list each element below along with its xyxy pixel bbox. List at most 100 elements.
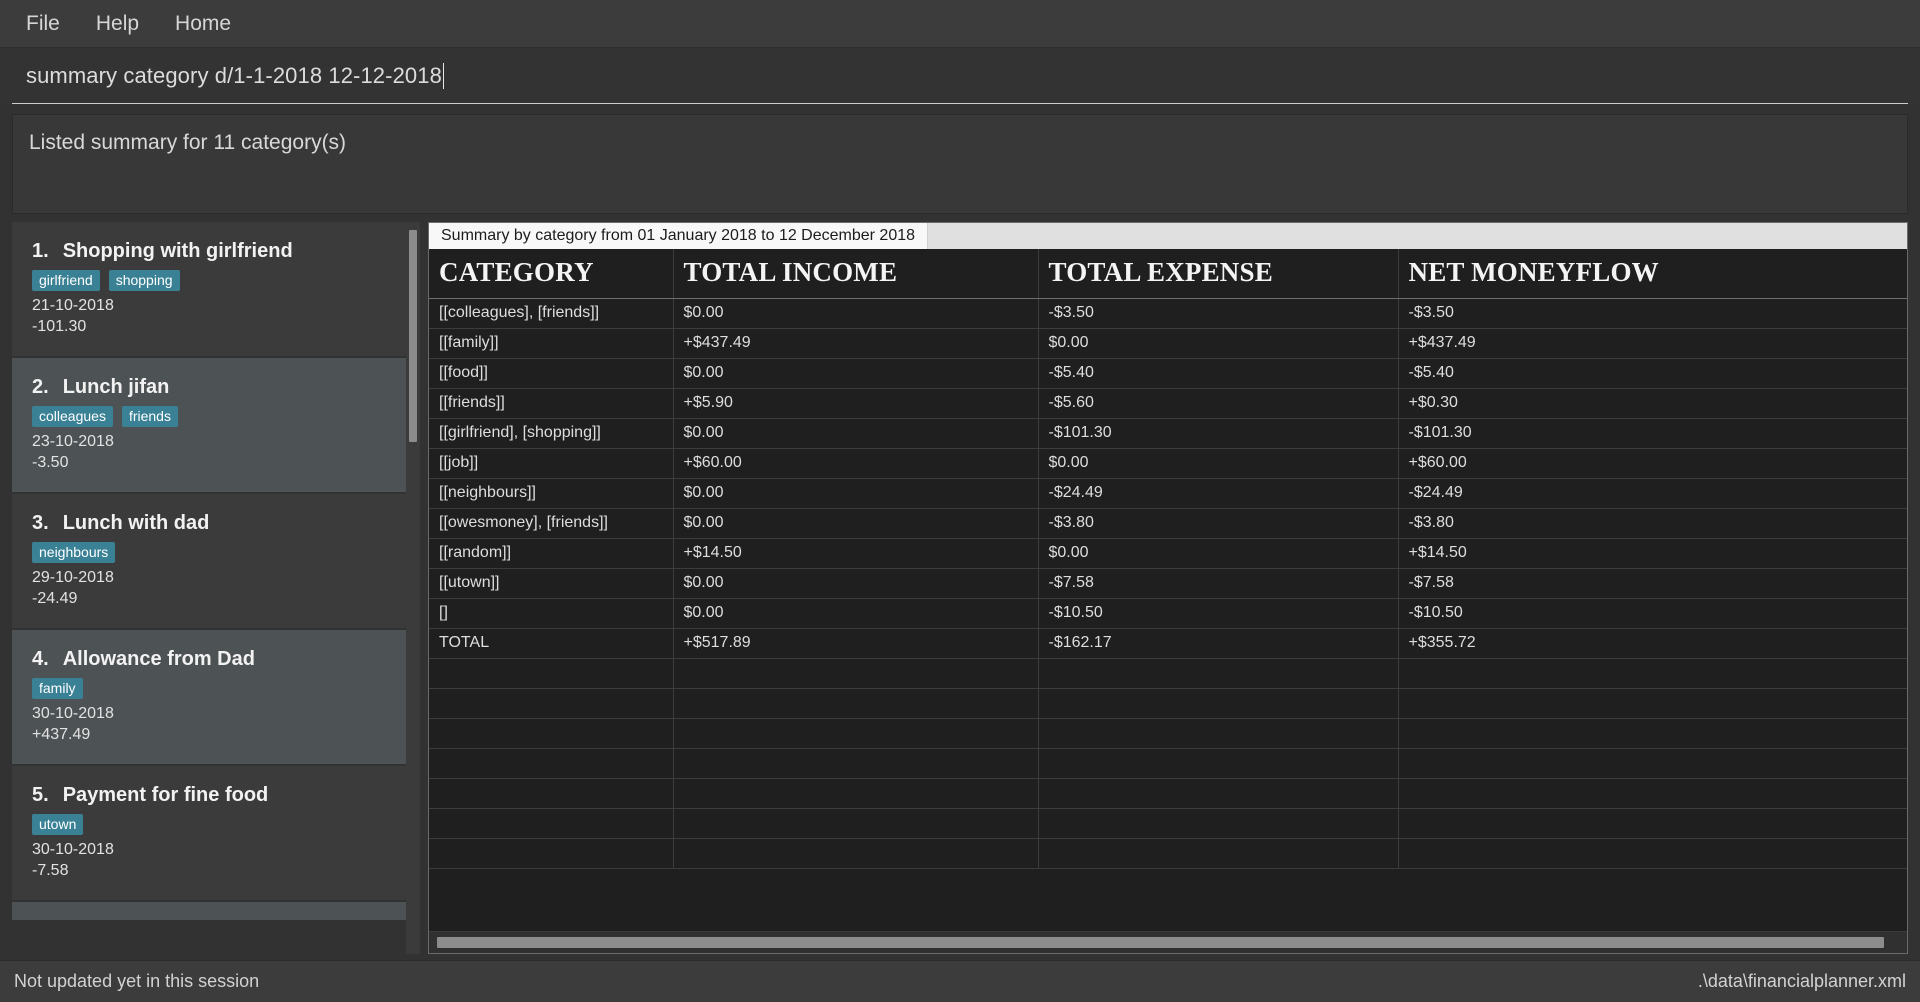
tag-chip: utown bbox=[32, 814, 84, 836]
list-item-date: 30-10-2018 bbox=[32, 841, 114, 859]
command-input-container: summary category d/1-1-2018 12-12-2018 bbox=[0, 48, 1920, 104]
list-item[interactable]: 1. Shopping with girlfriend girlfriend s… bbox=[12, 222, 406, 357]
summary-table-scroll[interactable]: CATEGORY TOTAL INCOME TOTAL EXPENSE NET … bbox=[429, 249, 1907, 931]
result-display-container: Listed summary for 11 category(s) bbox=[0, 104, 1920, 222]
command-input-value: summary category d/1-1-2018 12-12-2018 bbox=[26, 62, 442, 88]
table-row[interactable]: [[food]] $0.00 -$5.40 -$5.40 bbox=[429, 358, 1907, 389]
command-input[interactable]: summary category d/1-1-2018 12-12-2018 bbox=[12, 48, 1908, 104]
table-row-empty bbox=[429, 838, 1907, 869]
table-cell: -$7.58 bbox=[1398, 568, 1907, 599]
table-cell: [[neighbours]] bbox=[429, 478, 674, 509]
list-item-index: 1. bbox=[32, 240, 49, 262]
table-row[interactable]: [[owesmoney], [friends]] $0.00 -$3.80 -$3.8… bbox=[429, 508, 1907, 539]
list-item-title: Payment for fine food bbox=[62, 784, 269, 807]
table-cell: -$101.30 bbox=[1398, 418, 1907, 449]
tag-chip: colleagues bbox=[32, 406, 113, 428]
summary-table-header-row: CATEGORY TOTAL INCOME TOTAL EXPENSE NET … bbox=[429, 249, 1907, 299]
list-item-tags: girlfriend shopping bbox=[32, 270, 406, 292]
table-cell: $0.00 bbox=[1038, 538, 1399, 569]
record-list[interactable]: 1. Shopping with girlfriend girlfriend s… bbox=[12, 222, 406, 954]
column-header-total-expense[interactable]: TOTAL EXPENSE bbox=[1038, 249, 1399, 299]
table-cell: -$10.50 bbox=[1038, 598, 1399, 629]
menu-item-home[interactable]: Home bbox=[157, 6, 249, 42]
record-list-scrollbar[interactable] bbox=[406, 222, 420, 954]
list-item[interactable]: 5. Payment for fine food utown 30-10-201… bbox=[12, 766, 406, 901]
list-item-index: 2. bbox=[32, 376, 49, 399]
table-row[interactable]: [] $0.00 -$10.50 -$10.50 bbox=[429, 598, 1907, 629]
column-header-total-income[interactable]: TOTAL INCOME bbox=[673, 249, 1039, 299]
scrollbar-thumb[interactable] bbox=[409, 230, 417, 442]
status-bar: Not updated yet in this session .\data\f… bbox=[0, 960, 1920, 1002]
tab-strip: Summary by category from 01 January 2018… bbox=[429, 223, 1907, 249]
table-row-empty bbox=[429, 778, 1907, 809]
table-row[interactable]: [[neighbours]] $0.00 -$24.49 -$24.49 bbox=[429, 478, 1907, 509]
tab-summary-by-category[interactable]: Summary by category from 01 January 2018… bbox=[429, 223, 929, 249]
table-row[interactable]: [[utown]] $0.00 -$7.58 -$7.58 bbox=[429, 568, 1907, 599]
list-item-header: 5. Payment for fine food bbox=[32, 784, 406, 807]
table-row[interactable]: [[job]] +$60.00 $0.00 +$60.00 bbox=[429, 448, 1907, 479]
column-header-net-moneyflow[interactable]: NET MONEYFLOW bbox=[1398, 249, 1907, 299]
list-item-header: 1. Shopping with girlfriend bbox=[32, 240, 406, 263]
tag-chip: girlfriend bbox=[32, 270, 100, 292]
table-cell: [[random]] bbox=[429, 538, 674, 569]
column-header-category[interactable]: CATEGORY bbox=[429, 249, 674, 299]
list-item-amount: -7.58 bbox=[32, 862, 69, 880]
list-item-header: 2. Lunch jifan bbox=[32, 376, 406, 399]
table-cell: +$437.49 bbox=[1398, 328, 1907, 359]
table-cell: $0.00 bbox=[673, 298, 1039, 329]
table-cell: $0.00 bbox=[673, 508, 1039, 539]
table-cell-empty bbox=[673, 718, 1039, 749]
list-item[interactable]: 4. Allowance from Dad family 30-10-2018 … bbox=[12, 630, 406, 765]
table-cell: [[food]] bbox=[429, 358, 674, 389]
list-item-index: 3. bbox=[32, 512, 49, 535]
menu-item-help[interactable]: Help bbox=[78, 6, 157, 42]
list-item-index: 5. bbox=[32, 784, 49, 807]
table-row-empty bbox=[429, 718, 1907, 749]
table-cell: $0.00 bbox=[673, 418, 1039, 449]
table-cell-empty bbox=[1398, 688, 1907, 719]
table-cell: +$355.72 bbox=[1398, 628, 1907, 659]
table-cell: -$3.80 bbox=[1038, 508, 1399, 539]
table-row[interactable]: [[family]] +$437.49 $0.00 +$437.49 bbox=[429, 328, 1907, 359]
table-cell: +$437.49 bbox=[673, 328, 1039, 359]
table-cell: [[job]] bbox=[429, 448, 674, 479]
menu-item-file[interactable]: File bbox=[8, 6, 78, 42]
table-cell-empty bbox=[1038, 748, 1399, 779]
list-item-title: Lunch with dad bbox=[62, 512, 210, 535]
table-cell-empty bbox=[429, 778, 674, 809]
table-row[interactable]: [[random]] +$14.50 $0.00 +$14.50 bbox=[429, 538, 1907, 569]
app-window: File Help Home summary category d/1-1-20… bbox=[0, 0, 1920, 1002]
table-cell-empty bbox=[1398, 718, 1907, 749]
table-row[interactable]: TOTAL +$517.89 -$162.17 +$355.72 bbox=[429, 628, 1907, 659]
list-item-header: 3. Lunch with dad bbox=[32, 512, 406, 535]
table-row[interactable]: [[friends]] +$5.90 -$5.60 +$0.30 bbox=[429, 388, 1907, 419]
summary-table-panel: Summary by category from 01 January 2018… bbox=[428, 222, 1908, 954]
tag-chip: family bbox=[32, 678, 83, 700]
status-file-path: .\data\financialplanner.xml bbox=[1697, 971, 1906, 991]
list-item-index: 4. bbox=[32, 648, 49, 671]
list-item-title: Shopping with girlfriend bbox=[62, 240, 293, 262]
list-item-amount: -3.50 bbox=[32, 454, 69, 472]
table-cell: -$101.30 bbox=[1038, 418, 1399, 449]
record-list-panel: 1. Shopping with girlfriend girlfriend s… bbox=[12, 222, 420, 954]
scrollbar-thumb[interactable] bbox=[437, 937, 1885, 948]
tab-strip-filler bbox=[928, 223, 1907, 249]
summary-table-hscrollbar[interactable] bbox=[429, 931, 1907, 953]
table-cell: +$14.50 bbox=[673, 538, 1039, 569]
table-cell: [[family]] bbox=[429, 328, 674, 359]
list-item[interactable]: 3. Lunch with dad neighbours 29-10-2018 … bbox=[12, 494, 406, 629]
table-row[interactable]: [[girlfriend], [shopping]] $0.00 -$101.30-… bbox=[429, 418, 1907, 449]
table-row-empty bbox=[429, 748, 1907, 779]
tag-chip: neighbours bbox=[32, 542, 116, 564]
table-cell-empty bbox=[1038, 778, 1399, 809]
list-item[interactable] bbox=[12, 902, 406, 921]
table-row-empty bbox=[429, 688, 1907, 719]
table-cell: $0.00 bbox=[1038, 448, 1399, 479]
table-cell: -$10.50 bbox=[1398, 598, 1907, 629]
main-content: 1. Shopping with girlfriend girlfriend s… bbox=[0, 222, 1920, 960]
table-cell: -$24.49 bbox=[1398, 478, 1907, 509]
list-item[interactable]: 2. Lunch jifan colleagues friends 23-10-… bbox=[12, 358, 406, 493]
table-row[interactable]: [[colleagues], [friends]] $0.00 -$3.50 -$3.… bbox=[429, 298, 1907, 329]
table-cell-empty bbox=[1038, 838, 1399, 869]
table-cell: [[friends]] bbox=[429, 388, 674, 419]
